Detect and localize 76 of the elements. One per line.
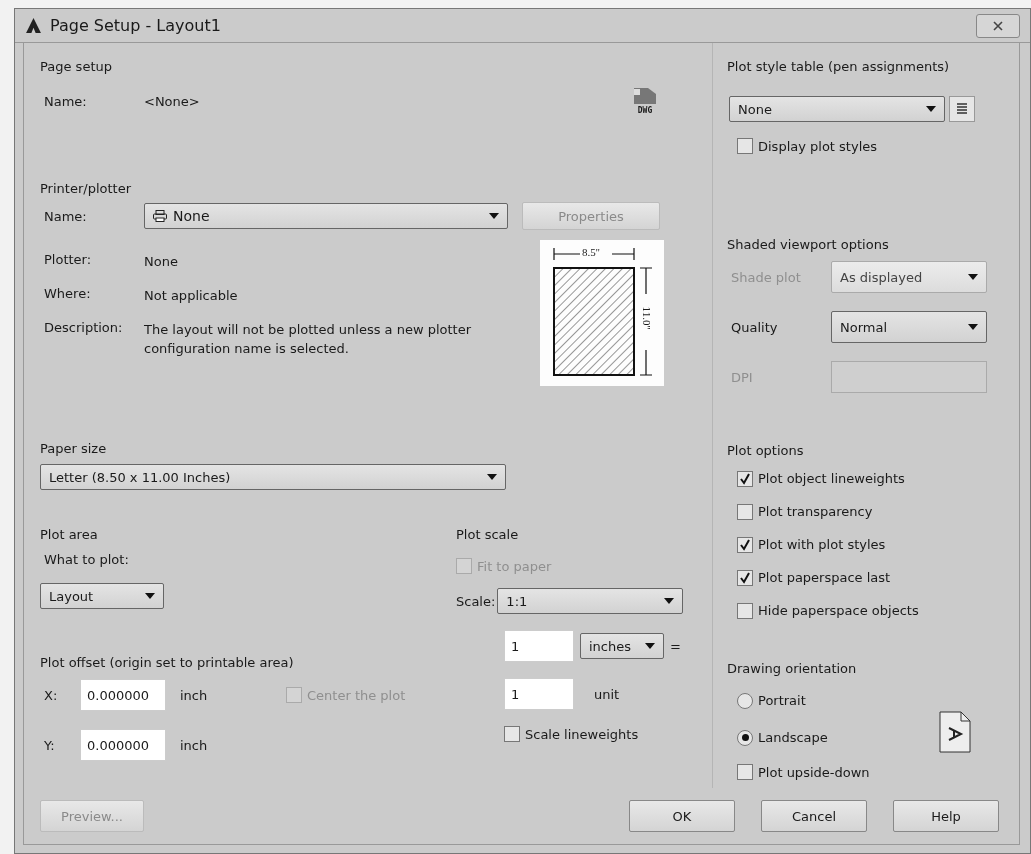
section-heading: Paper size (40, 441, 107, 456)
field-label: Shade plot (731, 269, 802, 285)
offset-input[interactable]: 0.000000 (80, 729, 166, 761)
checkbox-label: Fit to paper (477, 558, 552, 574)
field-label: Quality (731, 319, 779, 335)
checkbox[interactable] (737, 503, 753, 520)
app-logo-icon (25, 17, 42, 34)
checkbox-label: Center the plot (307, 687, 406, 703)
field-label: Plotter: (43, 252, 93, 267)
section-heading: Plot offset (origin set to printable area) (40, 655, 294, 670)
equals-sign: = (670, 638, 681, 654)
paper-size-dropdown[interactable]: Letter (8.50 x 11.00 Inches) (40, 464, 506, 490)
checkbox-label: Plot with plot styles (758, 537, 886, 552)
checkbox[interactable] (737, 764, 753, 780)
unit-label: inch (180, 737, 209, 753)
printer-icon (153, 210, 167, 222)
scale-dropdown[interactable]: 1:1 (497, 588, 684, 614)
field-value: The layout will not be plotted unless a new plotter configuration name is selected. (144, 321, 473, 358)
field-value: None (144, 253, 179, 271)
radio-button[interactable] (737, 729, 753, 746)
checkbox[interactable] (737, 138, 753, 154)
field-value: Not applicable (144, 287, 239, 305)
close-icon (992, 19, 1004, 32)
checkbox-label: Plot paperspace last (758, 570, 891, 585)
checkbox[interactable] (737, 602, 753, 619)
field-label: What to plot: (44, 552, 129, 567)
checkbox[interactable] (737, 536, 753, 553)
dialog-button[interactable]: Cancel (761, 800, 867, 832)
field-label: X: (44, 687, 59, 703)
checkbox-label: Display plot styles (758, 138, 878, 154)
edit-icon[interactable] (949, 96, 975, 122)
field-label: DPI (731, 369, 754, 385)
checkbox-label: Plot upside-down (758, 764, 870, 780)
paper-height-label: 11.0'' (641, 306, 654, 330)
scale-input[interactable]: 1 (504, 630, 574, 662)
section-heading: Plot style table (pen assignments) (727, 59, 950, 74)
what-to-plot-dropdown[interactable]: Layout (40, 583, 164, 609)
window-title: Page Setup - Layout1 (50, 16, 221, 35)
section-heading: Printer/plotter (40, 181, 131, 196)
radio-label: Portrait (758, 693, 806, 708)
field-label: Name: (43, 94, 88, 109)
field-label: Name: (43, 208, 88, 224)
checkbox[interactable] (737, 470, 753, 487)
paper-width-label: 8.5'' (582, 246, 600, 258)
units-dropdown[interactable]: inches (580, 633, 664, 659)
radio-button[interactable] (737, 692, 753, 709)
checkbox-label: Plot transparency (758, 504, 873, 519)
landscape-page-icon (939, 711, 971, 753)
section-heading: Plot scale (456, 527, 519, 542)
scale-input[interactable]: 1 (504, 678, 574, 710)
section-heading: Drawing orientation (727, 661, 857, 676)
section-heading: Plot area (40, 527, 98, 542)
section-heading: Page setup (40, 59, 112, 74)
dialog-button[interactable]: Help (893, 800, 999, 832)
radio-label: Landscape (758, 730, 828, 745)
checkbox-label: Hide paperspace objects (758, 603, 919, 618)
checkbox[interactable] (737, 569, 753, 586)
shade-dropdown[interactable]: Normal (831, 311, 987, 343)
checkbox[interactable] (504, 726, 520, 742)
field-label: Scale: (456, 593, 496, 609)
checkbox-label: Scale lineweights (525, 726, 639, 742)
field-label: Description: (43, 320, 124, 335)
page-setup-name: <None> (144, 94, 200, 109)
dialog-button[interactable]: OK (629, 800, 735, 832)
offset-input[interactable]: 0.000000 (80, 679, 166, 711)
unit-label: inch (180, 687, 209, 703)
plot-style-dropdown[interactable]: None (729, 96, 945, 122)
section-heading: Plot options (727, 443, 804, 458)
close-button[interactable] (976, 13, 1020, 38)
field-label: Where: (43, 286, 92, 301)
printer-dropdown[interactable]: None (144, 203, 508, 229)
unit-label: unit (594, 686, 621, 702)
section-heading: Shaded viewport options (727, 237, 889, 252)
field-label: Y: (44, 737, 56, 753)
checkbox-label: Plot object lineweights (758, 471, 905, 486)
dpi-input[interactable] (831, 361, 987, 393)
